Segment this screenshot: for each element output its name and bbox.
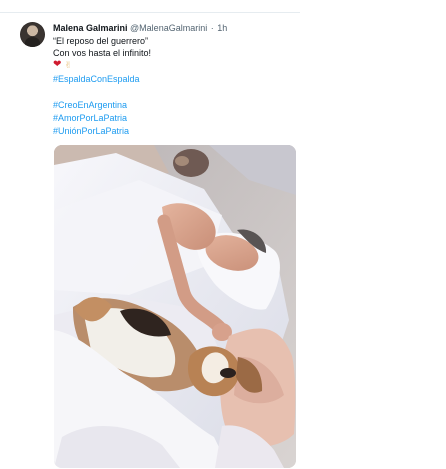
tweet-time[interactable]: 1h (217, 23, 227, 33)
tweet-text-line-1: “El reposo del guerrero” (53, 36, 149, 46)
hashtag-link[interactable]: #EspaldaConEspalda (53, 74, 140, 85)
heart-icon: ❤ (53, 59, 62, 70)
tweet-photo[interactable] (54, 145, 296, 468)
victory-hand-icon: ✌ (64, 60, 72, 70)
hashtag-link[interactable]: #AmorPorLaPatria (53, 113, 127, 124)
hashtag-link[interactable]: #CreoEnArgentina (53, 100, 127, 111)
author-handle[interactable]: @MalenaGalmarini (130, 23, 207, 33)
emoji-row: ❤ ✌ (53, 59, 72, 71)
tweet-header: Malena Galmarini @MalenaGalmarini · 1h (53, 23, 227, 34)
header-separator: · (210, 23, 214, 33)
avatar[interactable] (20, 22, 45, 47)
author-name[interactable]: Malena Galmarini (53, 23, 128, 33)
tweet-card[interactable]: Malena Galmarini @MalenaGalmarini · 1h “… (0, 0, 446, 469)
tweet-text-line-2: Con vos hasta el infinito! (53, 48, 152, 58)
hashtag-link[interactable]: #UniónPorLaPatria (53, 126, 129, 137)
photo-illustration (54, 145, 296, 468)
